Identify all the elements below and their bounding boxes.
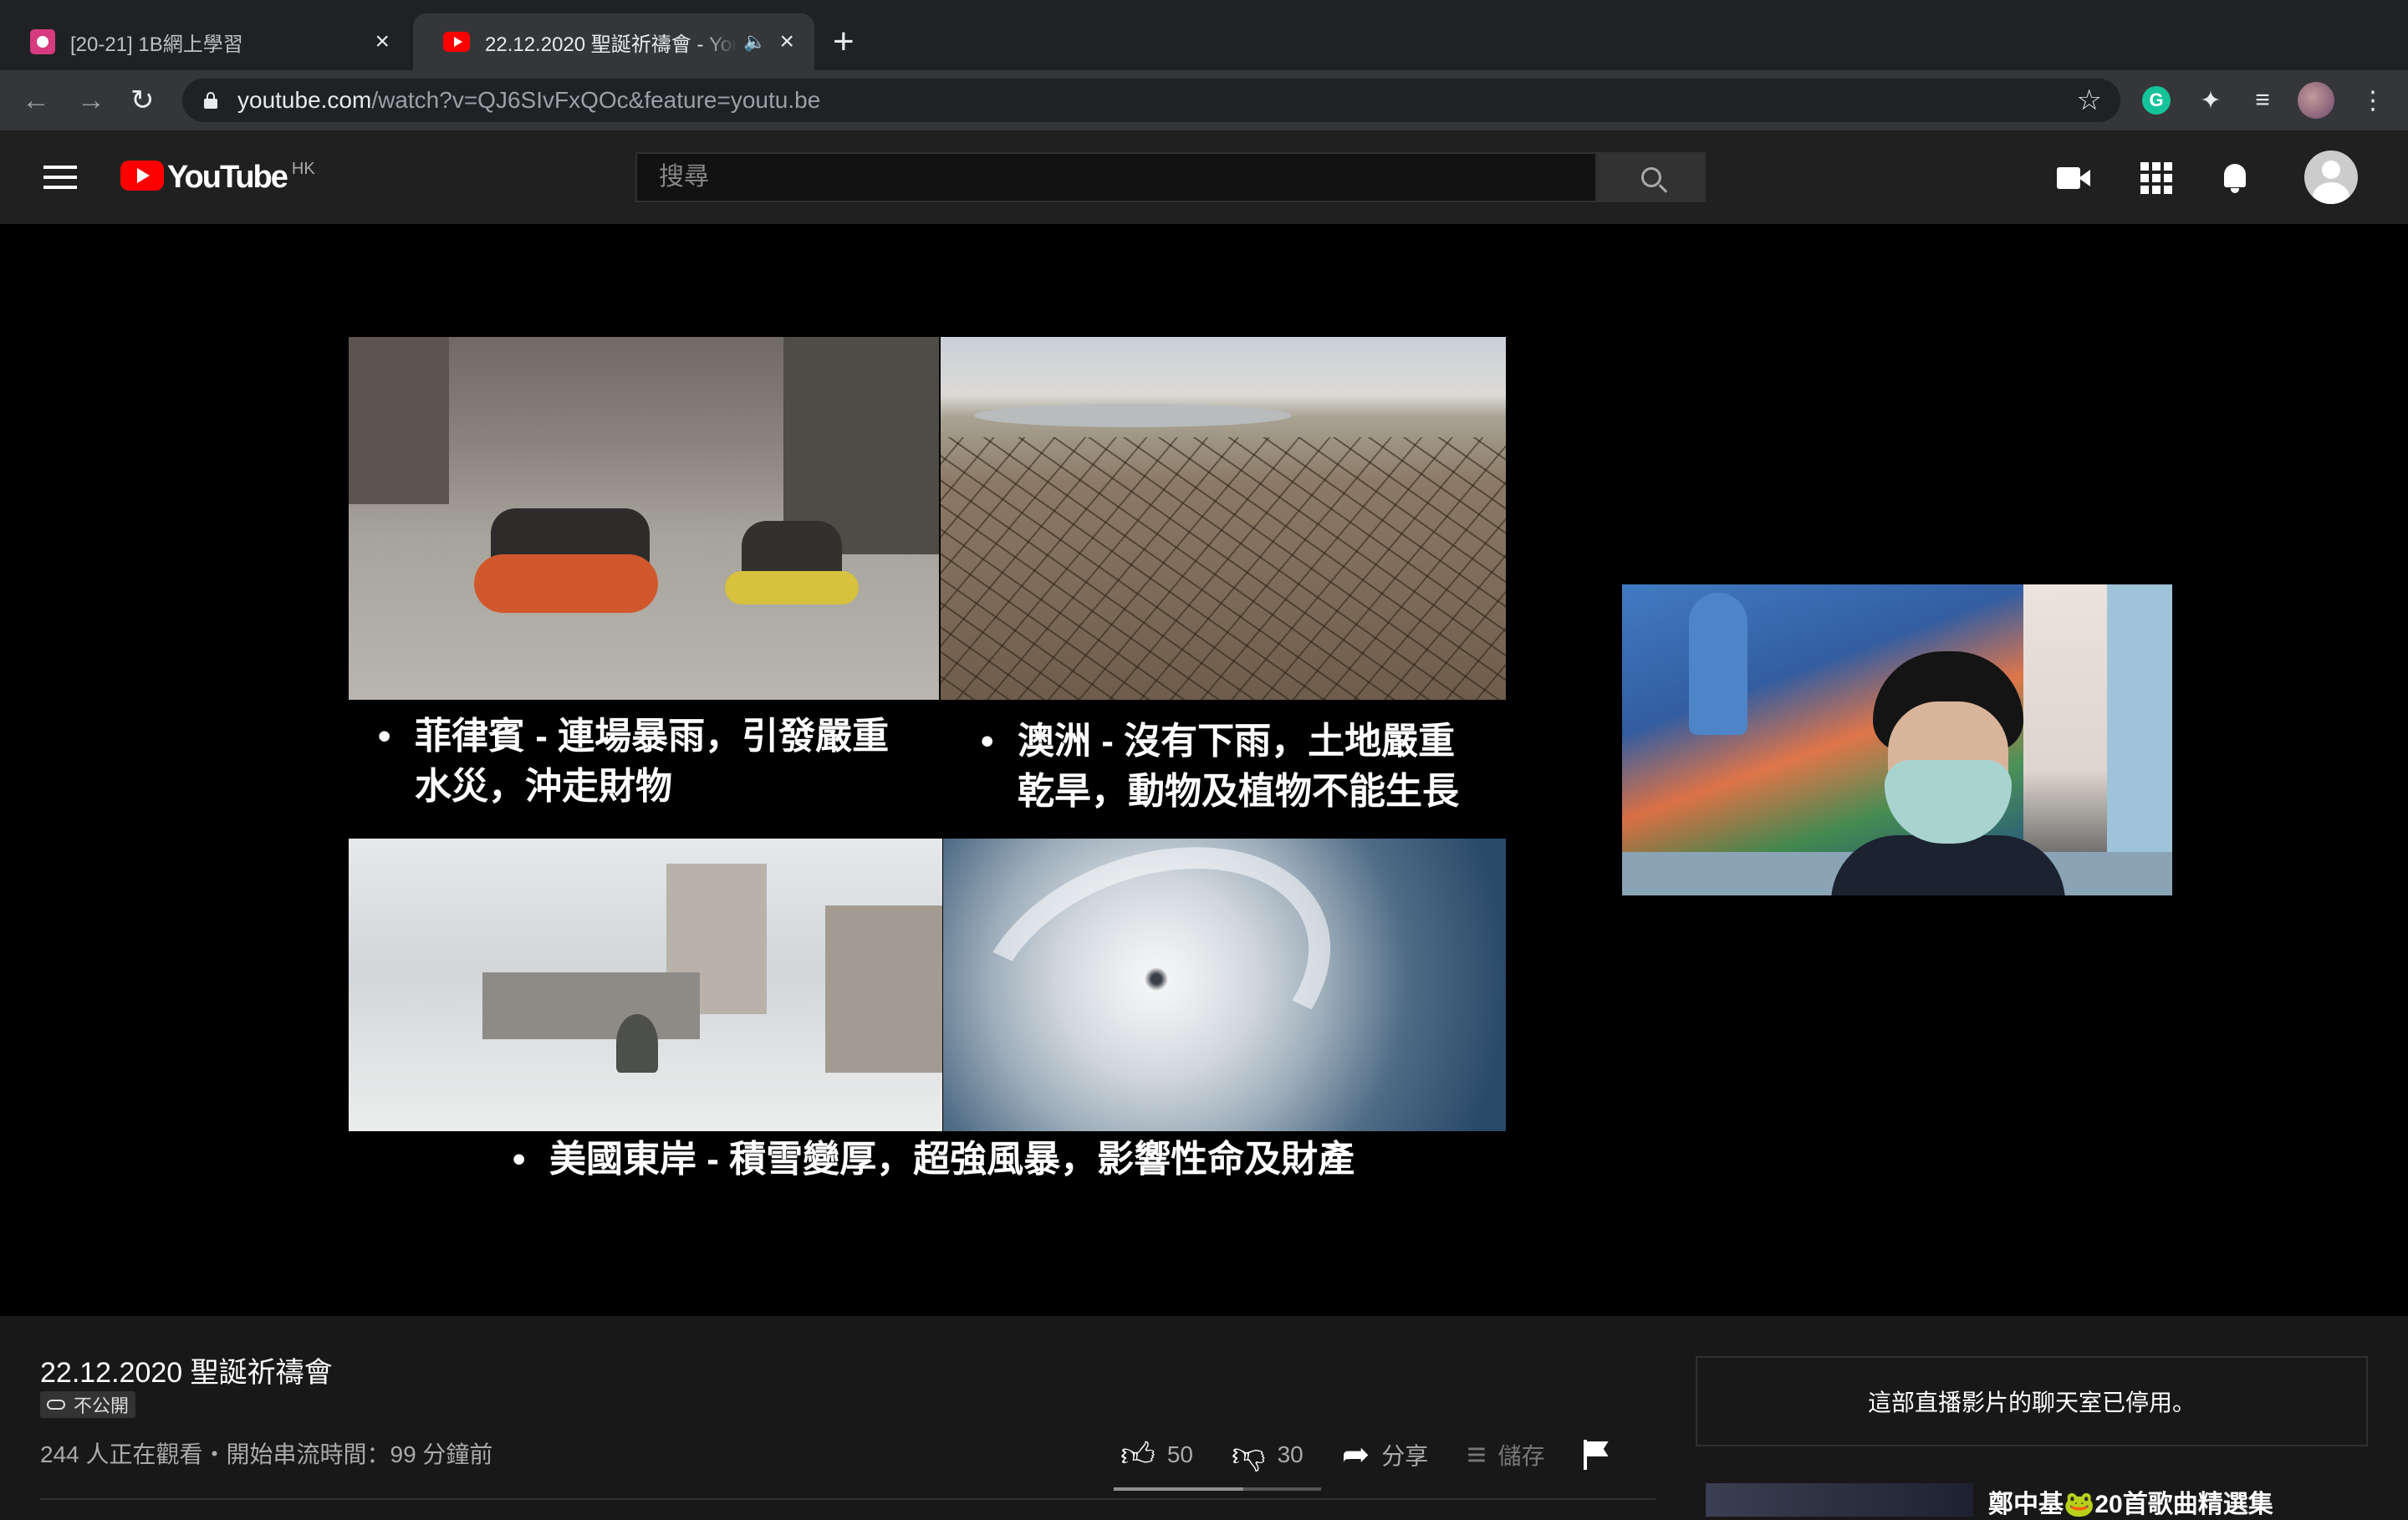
share-label: 分享 [1381, 1443, 1429, 1469]
presenter-webcam-overlay [1622, 584, 2172, 895]
visibility-label: 不公開 [74, 1395, 130, 1416]
dislike-count: 30 [1277, 1441, 1303, 1467]
youtube-favicon-icon [443, 32, 470, 52]
address-bar[interactable]: youtube.com/watch?v=QJ6SIvFxQOc&feature=… [182, 79, 2120, 122]
up-next-title: 鄭中基🐸20首歌曲精選集 [1988, 1491, 2273, 1518]
slide-caption-us-east-coast: • 美國東岸 - 積雪變厚，超強風暴，影響性命及財產 [513, 1139, 1355, 1180]
unlisted-badge: 不公開 [40, 1391, 136, 1418]
video-player[interactable]: • 菲律賓 - 連場暴雨，引發嚴重 水災，沖走財物 • 澳洲 - 沒有下雨，土地… [0, 224, 2408, 1316]
share-button[interactable]: ➦ 分享 [1342, 1436, 1429, 1474]
youtube-logo[interactable]: YouTube HK [120, 161, 315, 194]
dislike-button[interactable]: 👎︎ 30 [1232, 1435, 1303, 1475]
search-icon [1641, 167, 1661, 187]
video-info-section: 22.12.2020 聖誕祈禱會 不公開 244 人正在觀看・開始串流時間：99… [0, 1316, 2408, 1518]
snowstorm-photo [349, 839, 942, 1131]
logo-wordmark: YouTube [167, 160, 288, 195]
classroom-favicon-icon [30, 29, 55, 54]
bookmark-star-icon[interactable]: ☆ [2077, 84, 2102, 117]
like-dislike-bar [1114, 1487, 1321, 1491]
video-title: 22.12.2020 聖誕祈禱會 [40, 1357, 333, 1389]
thumbs-up-icon: 👍︎ [1120, 1436, 1156, 1473]
tab-close-icon[interactable]: × [779, 28, 794, 56]
browser-menu-icon[interactable]: ⋮ [2356, 84, 2390, 117]
url-path: /watch?v=QJ6SIvFxQOc&feature=youtu.be [371, 87, 821, 113]
video-actions: 👍︎ 50 👎︎ 30 ➦ 分享 ≡ 儲存 [1120, 1435, 1609, 1475]
slide-caption-australia: • 澳洲 - 沒有下雨，土地嚴重 乾旱，動物及植物不能生長 [981, 721, 1459, 812]
search-button[interactable] [1597, 152, 1706, 202]
grammarly-extension-icon[interactable]: G [2142, 86, 2171, 115]
save-label: 儲存 [1497, 1443, 1545, 1469]
chat-disabled-message: 這部直播影片的聊天室已停用。 [1867, 1390, 2196, 1415]
notifications-bell-icon[interactable] [2217, 161, 2252, 196]
tab-close-icon[interactable]: × [375, 28, 390, 56]
browser-toolbar: ← → ↻ youtube.com/watch?v=QJ6SIvFxQOc&fe… [0, 70, 2408, 130]
like-count: 50 [1166, 1441, 1193, 1467]
share-arrow-icon: ➦ [1341, 1436, 1370, 1473]
apps-grid-icon[interactable] [2139, 161, 2174, 196]
tab-title: [20-21] 1B網上學習 [70, 33, 243, 56]
up-next-item[interactable]: 鄭中基🐸20首歌曲精選集 [1706, 1483, 2273, 1520]
link-icon [47, 1400, 65, 1410]
extensions-puzzle-icon[interactable]: ✦ [2194, 84, 2227, 117]
reload-icon[interactable]: ↻ [130, 82, 155, 119]
youtube-masthead: YouTube HK 搜尋 [0, 130, 2408, 224]
report-flag-icon[interactable] [1583, 1440, 1609, 1470]
browser-tab-strip: [20-21] 1B網上學習 × 22.12.2020 聖誕祈禱會 - YouT… [0, 0, 2408, 70]
account-avatar[interactable] [2304, 150, 2358, 204]
chat-disabled-panel: 這部直播影片的聊天室已停用。 [1696, 1356, 2368, 1446]
slide-caption-philippines: • 菲律賓 - 連場暴雨，引發嚴重 水災，沖走財物 [378, 716, 890, 807]
hurricane-satellite-photo [943, 839, 1506, 1131]
browser-tab-2[interactable]: 22.12.2020 聖誕祈禱會 - YouTube 🔈 × [413, 13, 814, 70]
country-code: HK [291, 160, 315, 178]
profile-avatar-icon[interactable] [2298, 82, 2334, 119]
url-host: youtube.com [237, 87, 372, 113]
forward-arrow-icon[interactable]: → [77, 82, 105, 119]
browser-tab-1[interactable]: [20-21] 1B網上學習 × [0, 13, 410, 70]
up-next-thumbnail [1706, 1483, 1973, 1517]
search-input[interactable]: 搜尋 [635, 152, 1597, 202]
playlist-add-icon: ≡ [1467, 1436, 1487, 1473]
drought-photo [941, 337, 1506, 700]
save-button[interactable]: ≡ 儲存 [1467, 1436, 1544, 1474]
lock-icon [204, 92, 217, 109]
new-tab-icon[interactable]: + [833, 22, 855, 62]
thumbs-down-icon: 👎︎ [1231, 1436, 1266, 1473]
create-video-icon[interactable] [2057, 161, 2092, 196]
media-queue-icon[interactable]: ≡ [2246, 84, 2279, 117]
tab-title: 22.12.2020 聖誕祈禱會 - YouTube [485, 33, 737, 56]
flood-photo [349, 337, 939, 700]
video-meta: 244 人正在觀看・開始串流時間：99 分鐘前 [40, 1441, 493, 1467]
hamburger-menu-icon[interactable] [43, 166, 77, 189]
divider [40, 1498, 1656, 1500]
back-arrow-icon[interactable]: ← [22, 82, 50, 119]
like-button[interactable]: 👍︎ 50 [1120, 1435, 1193, 1475]
speaker-icon[interactable]: 🔈 [743, 31, 766, 53]
youtube-play-logo-icon [120, 161, 164, 191]
